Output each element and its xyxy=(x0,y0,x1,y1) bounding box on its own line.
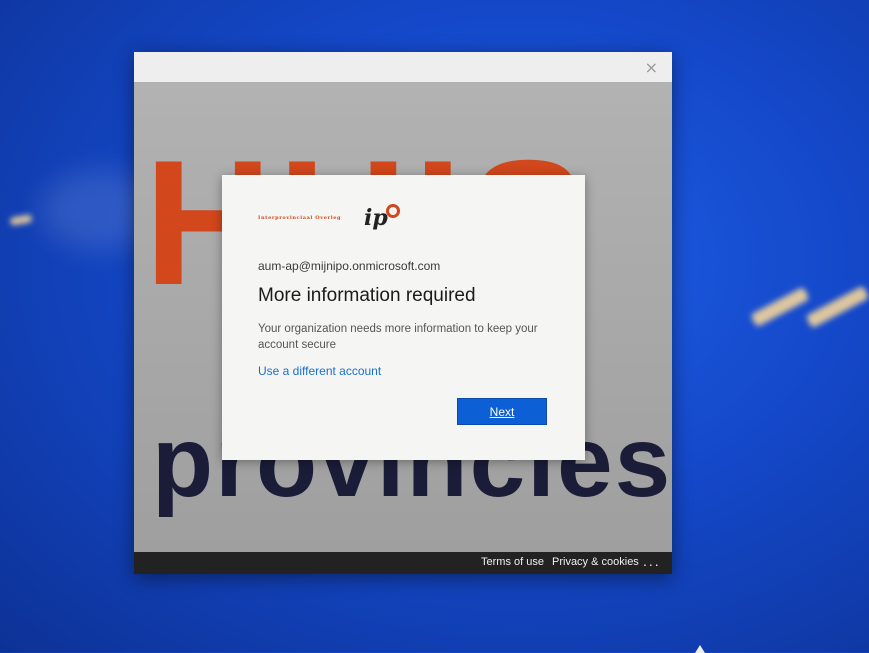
more-info-dialog: Interprovinciaal Overleg ip aum-ap@mijni… xyxy=(222,175,585,460)
logo-mark-text: ip xyxy=(364,205,388,231)
light-reflection xyxy=(9,214,33,226)
light-reflection xyxy=(750,286,810,328)
dialog-title: More information required xyxy=(258,285,476,306)
close-icon[interactable]: × xyxy=(645,58,658,77)
footer-bar: Terms of use Privacy & cookies ... xyxy=(134,552,672,574)
logo-text: Interprovinciaal Overleg xyxy=(258,215,342,221)
light-reflection xyxy=(805,285,869,329)
account-email: aum-ap@mijnipo.onmicrosoft.com xyxy=(258,259,441,273)
privacy-cookies-link[interactable]: Privacy & cookies xyxy=(552,556,639,568)
dialog-description: Your organization needs more information… xyxy=(258,323,538,351)
window-titlebar: × xyxy=(134,52,672,82)
ip-logo-icon: ip xyxy=(364,204,400,231)
more-options-button[interactable]: ... xyxy=(643,553,661,569)
use-different-account-link[interactable]: Use a different account xyxy=(258,364,381,378)
next-button[interactable]: Next xyxy=(457,398,547,425)
terms-of-use-link[interactable]: Terms of use xyxy=(481,556,544,568)
